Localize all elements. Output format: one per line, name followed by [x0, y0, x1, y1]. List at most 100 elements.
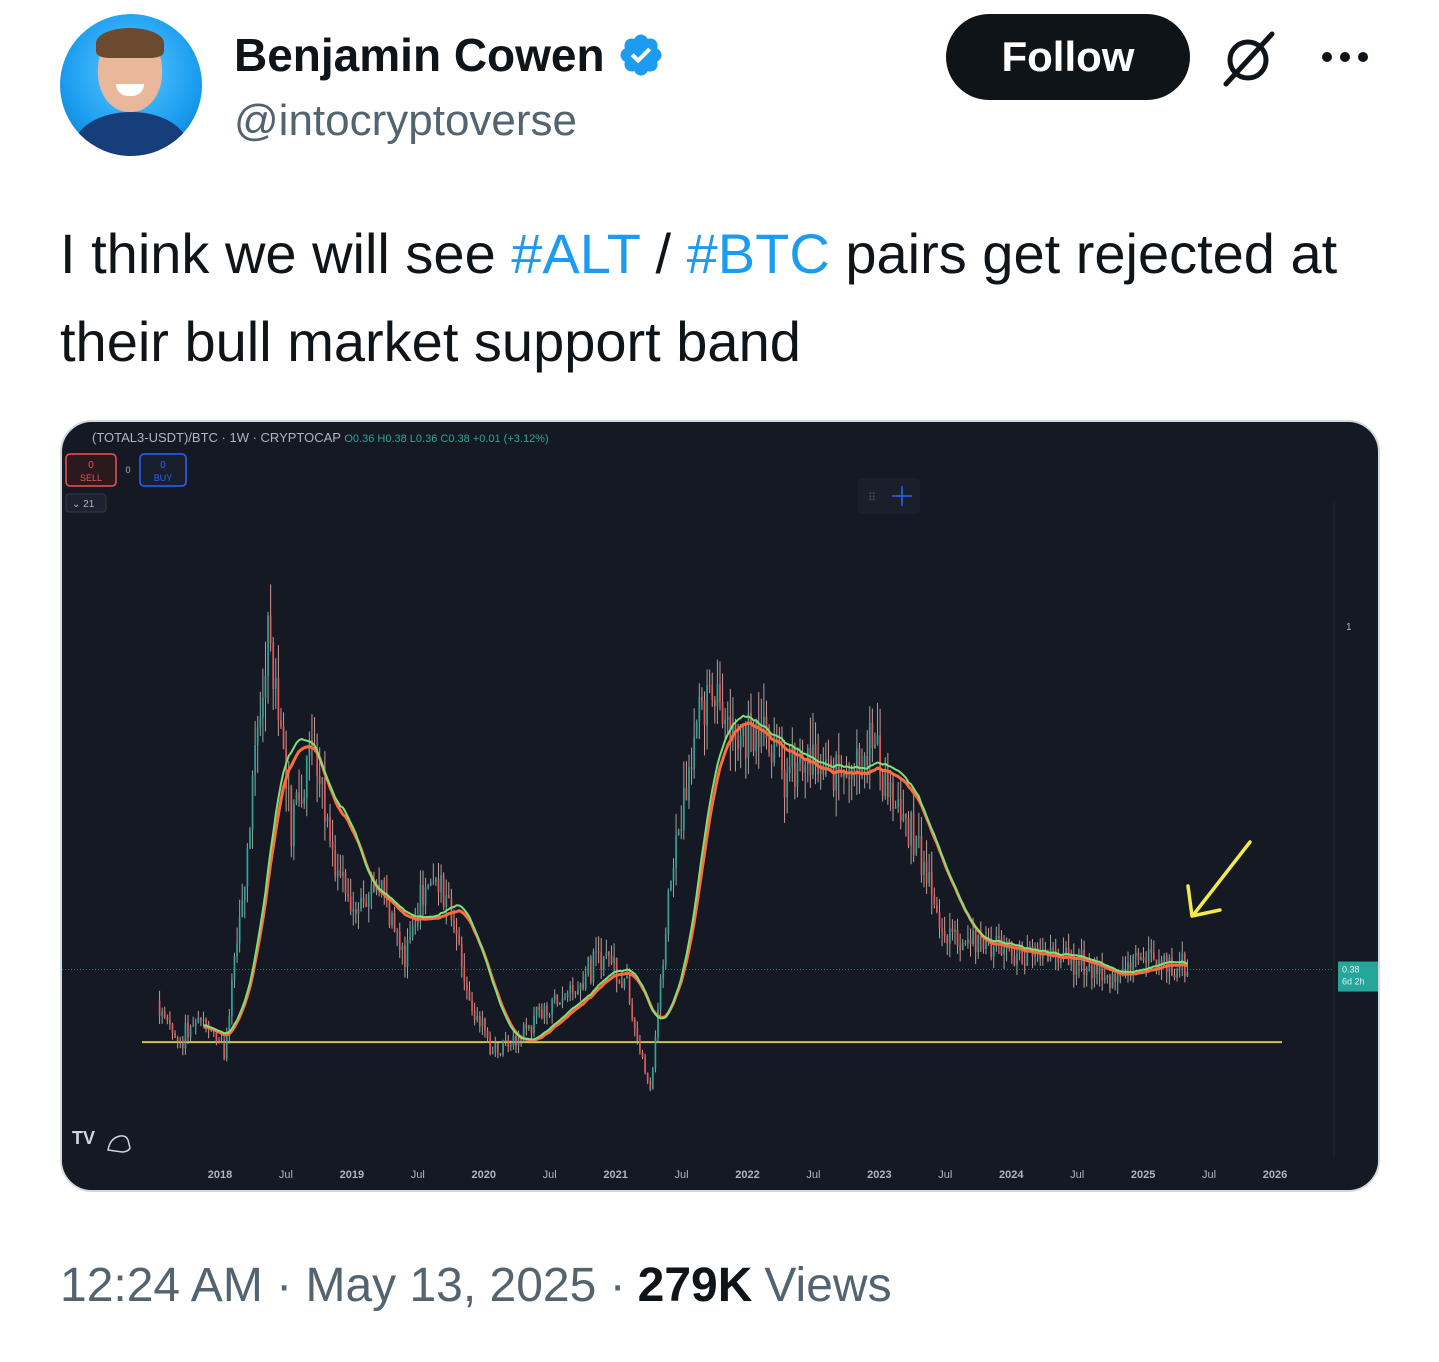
hashtag-alt-link[interactable]: #ALT	[511, 222, 640, 285]
candle-body	[1176, 968, 1178, 978]
tweet-text: I think we will see #ALT / #BTC pairs ge…	[60, 210, 1380, 386]
candle-body	[174, 1033, 176, 1038]
candle-body	[460, 943, 463, 967]
candle-body	[558, 1002, 561, 1005]
candle-body	[608, 952, 610, 956]
more-options-icon[interactable]	[1322, 52, 1368, 62]
verified-badge-icon	[620, 34, 662, 76]
candle-body	[556, 994, 559, 1005]
candle-body	[693, 736, 696, 770]
chart-image[interactable]: (TOTAL3-USDT)/BTC · 1W · CRYPTOCAP O0.36…	[60, 420, 1380, 1192]
candle-body	[649, 1080, 652, 1090]
candle-body	[347, 893, 350, 897]
candle-body	[502, 1040, 504, 1055]
candle-body	[295, 792, 298, 804]
candle-body	[1150, 949, 1153, 953]
candle-body	[1016, 953, 1018, 966]
candle-body	[458, 935, 461, 944]
candle-body	[1111, 973, 1114, 988]
candle-body	[1013, 955, 1016, 966]
svg-text:0: 0	[88, 460, 94, 471]
candle-body	[726, 716, 729, 720]
candle-body	[620, 981, 623, 988]
candle-body	[349, 896, 352, 912]
candle-body	[406, 939, 409, 967]
candle-body	[915, 836, 918, 855]
candle-body	[925, 861, 928, 884]
candle-body	[548, 1014, 551, 1016]
crosshair-toolbar-icon[interactable]: ⠿	[858, 478, 920, 514]
candle-body	[737, 739, 739, 749]
candle-body	[409, 936, 411, 940]
candle-body	[197, 1017, 200, 1023]
candle-body	[894, 806, 897, 809]
candle-body	[969, 939, 972, 945]
candle-body	[496, 1042, 499, 1054]
candle-body	[367, 895, 370, 907]
candle-body	[246, 848, 249, 888]
candle-body	[902, 813, 905, 821]
candle-body	[631, 1003, 634, 1019]
candle-body	[938, 911, 941, 929]
candle-body	[411, 926, 414, 937]
candle-body	[300, 800, 303, 804]
candle-body	[871, 722, 874, 749]
candle-body	[396, 931, 399, 933]
candle-body	[453, 919, 455, 931]
candle-body	[651, 1068, 654, 1090]
tweet-time[interactable]: 12:24 AM · May 13, 2025 ·	[60, 1258, 626, 1313]
candle-body	[215, 1032, 218, 1043]
avatar-shirt	[74, 112, 188, 156]
candle-body	[161, 1011, 164, 1016]
candle-body	[509, 1045, 512, 1047]
candle-body	[954, 929, 956, 932]
candle-body	[1078, 960, 1080, 966]
candle-body	[951, 928, 954, 932]
candle-body	[569, 984, 572, 994]
candle-body	[445, 895, 448, 907]
bull-market-support-band-fast	[203, 714, 1188, 1041]
candle-body	[303, 797, 306, 804]
buy-button[interactable]: 0 BUY	[139, 453, 187, 487]
candle-body	[499, 1053, 502, 1055]
sell-button[interactable]: 0 SELL	[65, 453, 117, 487]
candle-body	[664, 934, 667, 965]
indicators-toggle[interactable]: ⌄ 21	[65, 493, 107, 513]
candle-body	[943, 931, 946, 937]
candle-body	[744, 726, 747, 759]
candle-body	[187, 1022, 189, 1038]
candle-body	[432, 881, 435, 883]
candle-body	[261, 697, 264, 718]
candle-body	[688, 767, 690, 801]
candle-body	[670, 880, 672, 891]
candle-body	[1103, 978, 1106, 981]
candle-body	[964, 942, 967, 944]
candle-body	[494, 1042, 497, 1052]
candle-body	[512, 1036, 515, 1046]
candle-body	[1075, 960, 1078, 975]
candle-body	[334, 849, 337, 877]
candle-body	[843, 773, 845, 777]
grok-icon[interactable]	[1218, 28, 1278, 88]
candle-body	[680, 829, 683, 831]
candle-body	[874, 744, 876, 749]
candle-body	[956, 929, 959, 946]
candle-body	[959, 945, 962, 951]
tweet-text-part: I think we will see	[60, 222, 512, 285]
candle-body	[181, 1040, 184, 1049]
x-tick-label: Jul	[1070, 1169, 1084, 1181]
author-name[interactable]: Benjamin Cowen	[234, 28, 605, 82]
candle-body	[515, 1036, 517, 1046]
candle-body	[1147, 949, 1150, 963]
candle-body	[435, 879, 437, 882]
author-handle[interactable]: @intocryptoverse	[234, 96, 577, 146]
candle-body	[948, 928, 951, 944]
candle-body	[1065, 947, 1067, 953]
avatar[interactable]	[60, 14, 202, 156]
candle-body	[331, 841, 334, 850]
hashtag-btc-link[interactable]: #BTC	[687, 222, 830, 285]
candle-body	[1083, 949, 1086, 976]
candle-body	[249, 829, 251, 849]
follow-button[interactable]: Follow	[946, 14, 1190, 100]
x-tick-label: Jul	[675, 1169, 689, 1181]
